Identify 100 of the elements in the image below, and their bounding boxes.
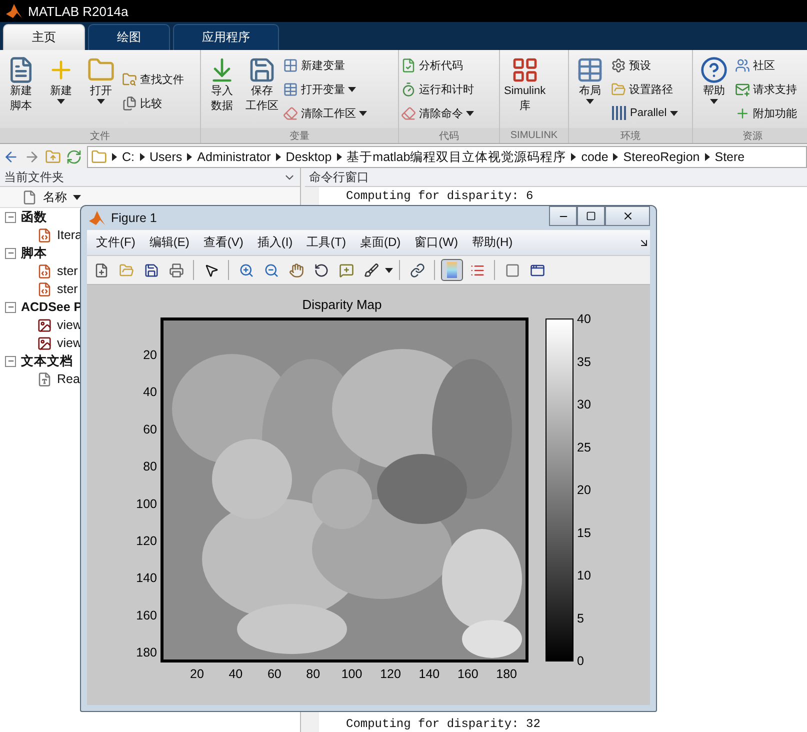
plus-icon <box>735 106 750 120</box>
tick-label: 120 <box>136 534 157 548</box>
back-icon <box>3 149 19 165</box>
breadcrumb-arrow-icon <box>140 153 144 161</box>
menu-item[interactable]: 桌面(D) <box>352 234 408 251</box>
ribbon-button[interactable]: 打开 <box>82 54 120 128</box>
tick-label: 60 <box>143 422 157 436</box>
figure-title: Figure 1 <box>111 211 158 225</box>
refresh-icon <box>66 149 82 165</box>
ribbon-button[interactable]: 查找文件 <box>122 70 184 88</box>
tick-label: 80 <box>143 460 157 474</box>
minimize-button[interactable] <box>549 206 577 226</box>
menu-item[interactable]: 插入(I) <box>250 234 300 251</box>
ribbon-button[interactable]: 附加功能 <box>735 104 797 122</box>
grid-icon <box>283 58 298 72</box>
ribbon-button[interactable]: 分析代码 <box>401 56 474 74</box>
window-icon <box>530 262 544 278</box>
ribbon-tab[interactable]: 绘图 <box>88 24 170 50</box>
save-icon <box>144 262 158 278</box>
tick-label: 30 <box>577 398 591 412</box>
timer-icon <box>401 82 416 96</box>
ribbon-button[interactable]: 运行和计时 <box>401 80 474 98</box>
help-icon <box>700 56 728 84</box>
table-icon <box>283 82 298 96</box>
tree-item[interactable]: ster <box>0 262 78 280</box>
collapse-icon[interactable] <box>5 248 16 258</box>
section-label: 文件 <box>0 128 200 143</box>
tick-label: 120 <box>380 667 401 681</box>
ribbon-button[interactable]: 清除工作区 <box>283 104 367 122</box>
tick-label: 20 <box>190 667 204 681</box>
legend-icon <box>470 262 484 278</box>
ribbon-button[interactable]: 保存 工作区 <box>243 54 281 128</box>
menu-item[interactable]: 编辑(E) <box>142 234 196 251</box>
eraser-icon <box>283 106 298 120</box>
tree-group[interactable]: 函数 <box>0 208 47 226</box>
hand-icon <box>288 262 304 278</box>
users-icon <box>735 58 750 72</box>
ribbon-button[interactable]: 新建变量 <box>283 56 367 74</box>
menu-item[interactable]: 工具(T) <box>300 234 353 251</box>
tick-label: 140 <box>136 571 157 586</box>
address-field[interactable]: C: Users Administrator Desktop 基于matlab编程双目立体视觉源码程序 code StereoRegion Stere <box>87 146 807 168</box>
ribbon-button[interactable]: 比较 <box>122 94 184 112</box>
breadcrumb-arrow-icon <box>571 153 576 161</box>
collapse-icon[interactable] <box>5 302 16 312</box>
zoom-out-icon <box>264 262 278 278</box>
function-file-icon <box>37 228 52 242</box>
ribbon-button[interactable]: 导入 数据 <box>203 54 241 128</box>
tick-label: 180 <box>136 646 157 660</box>
folder-icon <box>611 82 626 96</box>
square-icon <box>504 262 520 278</box>
column-header[interactable]: 名称 <box>43 188 67 206</box>
open-folder-icon <box>118 262 134 278</box>
tick-label: 40 <box>143 385 157 400</box>
collapse-icon[interactable] <box>5 212 16 222</box>
tick-label: 60 <box>267 667 282 681</box>
tick-label: 160 <box>136 608 157 622</box>
pointer-icon <box>204 262 218 278</box>
section-label: 变量 <box>201 128 398 143</box>
section-label: 环境 <box>569 128 692 143</box>
script-file-icon <box>37 264 52 278</box>
ribbon-button[interactable]: 请求支持 <box>735 80 797 98</box>
tick-label: 160 <box>457 667 478 681</box>
save-icon <box>248 56 276 84</box>
ribbon-button[interactable]: 清除命令 <box>401 104 474 122</box>
caret-icon <box>385 268 393 272</box>
ribbon-button[interactable]: 设置路径 <box>611 80 678 98</box>
ribbon-button[interactable]: 新建 脚本 <box>2 54 40 128</box>
maximize-button[interactable] <box>577 206 605 226</box>
tick-label: 80 <box>306 667 320 681</box>
ribbon-button[interactable]: 社区 <box>735 56 797 74</box>
ribbon-button[interactable]: 打开变量 <box>283 80 367 98</box>
tick-label: 180 <box>496 667 518 681</box>
close-button[interactable] <box>605 206 650 226</box>
tree-item[interactable]: ster <box>0 280 78 298</box>
ribbon-button[interactable]: Parallel <box>611 104 678 122</box>
tick-label: 0 <box>577 654 584 668</box>
image-file-icon <box>37 318 52 332</box>
data-cursor-icon <box>338 262 354 278</box>
tree-group[interactable]: 脚本 <box>0 244 47 262</box>
ribbon-button[interactable]: 布局 <box>571 54 609 128</box>
tree-item[interactable]: Rea <box>0 370 80 388</box>
breadcrumb-arrow-icon <box>704 153 710 161</box>
ribbon-tab[interactable]: 应用程序 <box>173 24 279 50</box>
ribbon-button[interactable]: 帮助 <box>695 54 733 128</box>
tree-group[interactable]: 文本文档 <box>0 352 73 370</box>
tick-label: 25 <box>577 440 591 454</box>
ribbon-button[interactable]: 预设 <box>611 56 678 74</box>
menu-item[interactable]: 帮助(H) <box>464 234 520 251</box>
blocks-icon <box>510 56 539 84</box>
menu-item[interactable]: 窗口(W) <box>408 234 465 251</box>
folder-up-icon <box>45 149 61 165</box>
mail-icon <box>735 82 750 96</box>
ribbon-button[interactable]: Simulink 库 <box>502 54 548 128</box>
collapse-icon[interactable] <box>5 356 16 366</box>
window-title: MATLAB R2014a <box>28 4 128 18</box>
ribbon-tab[interactable]: 主页 <box>3 24 85 50</box>
menu-item[interactable]: 查看(V) <box>196 234 250 251</box>
menu-item[interactable]: 文件(F) <box>89 234 142 251</box>
text-file-icon <box>37 372 52 386</box>
ribbon-button[interactable]: 新建 <box>42 54 80 128</box>
